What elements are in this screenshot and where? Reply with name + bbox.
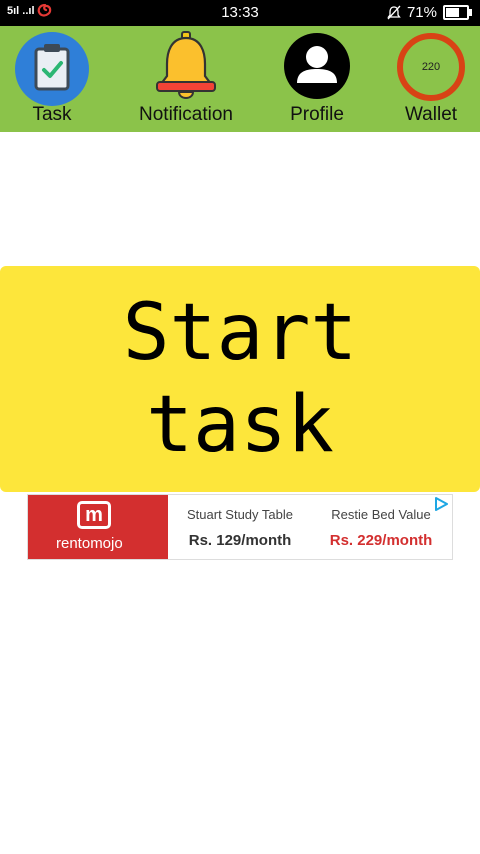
- status-right: 71%: [387, 4, 472, 21]
- start-task-button[interactable]: Start task: [0, 266, 480, 492]
- nav-label-wallet: Wallet: [404, 104, 458, 125]
- nav-item-wallet[interactable]: 220 Wallet: [381, 26, 480, 132]
- battery-icon: [443, 5, 472, 20]
- battery-fill: [446, 8, 459, 17]
- ad-product-1[interactable]: Stuart Study Table Rs. 129/month: [174, 495, 306, 559]
- ad-banner[interactable]: m rentomojo Stuart Study Table Rs. 129/m…: [27, 494, 453, 560]
- nav-label-task: Task: [32, 104, 72, 125]
- top-nav: Task Notification Profile 220 Wallet: [0, 26, 480, 132]
- ad-product-price: Rs. 229/month: [329, 532, 433, 549]
- ad-brand-name: rentomojo: [56, 535, 123, 552]
- rentomojo-logo-icon: m: [77, 501, 111, 529]
- battery-percent: 71%: [406, 4, 437, 21]
- ad-product-title: Stuart Study Table: [187, 507, 293, 522]
- nav-item-task[interactable]: Task: [2, 26, 102, 132]
- user-icon: [284, 33, 350, 99]
- nav-item-notification[interactable]: Notification: [126, 26, 246, 132]
- muted-bell-icon: [387, 5, 401, 20]
- wallet-icon-wrap: 220: [397, 33, 465, 101]
- task-icon-wrap: [15, 32, 89, 106]
- nav-label-profile: Profile: [290, 104, 344, 125]
- ad-product-title: Restie Bed Value: [331, 507, 431, 522]
- profile-icon-wrap: [284, 33, 350, 99]
- wallet-ring-icon: 220: [397, 33, 465, 101]
- ad-product-2[interactable]: Restie Bed Value Rs. 229/month: [316, 495, 446, 559]
- nav-item-profile[interactable]: Profile: [267, 26, 367, 132]
- notification-icon-wrap: [151, 30, 221, 107]
- status-bar: 5ıl ..ıl 13:33 71%: [0, 0, 480, 26]
- ad-product-price: Rs. 129/month: [188, 532, 292, 549]
- bell-icon: [156, 31, 216, 99]
- adchoices-icon[interactable]: [434, 497, 448, 511]
- nav-label-notification: Notification: [139, 104, 233, 125]
- start-task-label: Start task: [122, 288, 358, 470]
- ad-brand-logo[interactable]: m rentomojo: [28, 495, 168, 559]
- wallet-balance: 220: [421, 61, 441, 73]
- clipboard-check-icon: [15, 32, 89, 106]
